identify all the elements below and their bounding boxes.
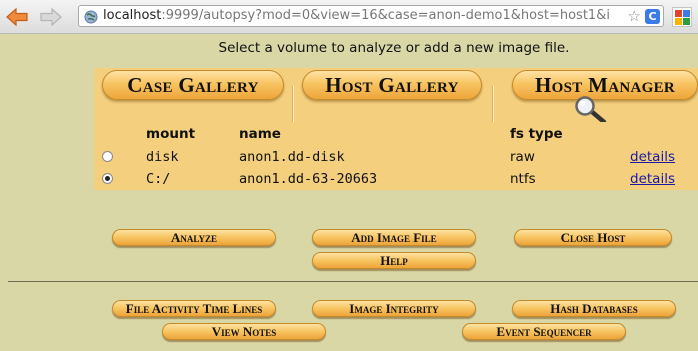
globe-icon bbox=[84, 9, 98, 24]
volume-radio-c[interactable] bbox=[102, 173, 113, 184]
tab-case-gallery[interactable]: Case Gallery bbox=[102, 70, 284, 100]
name-cell: anon1.dd-disk bbox=[239, 149, 345, 165]
name-cell: anon1.dd-63-20663 bbox=[239, 171, 378, 187]
url-host: localhost bbox=[103, 8, 162, 23]
mount-cell: disk bbox=[146, 149, 179, 165]
fs-type-cell: raw bbox=[510, 149, 535, 165]
tab-divider bbox=[492, 86, 494, 122]
back-arrow-icon[interactable] bbox=[4, 6, 30, 28]
analyze-button[interactable]: Analyze bbox=[112, 229, 276, 246]
event-sequencer-button[interactable]: Event Sequencer bbox=[462, 323, 626, 340]
browser-toolbar: localhost:9999/autopsy?mod=0&view=16&cas… bbox=[0, 0, 698, 34]
section-divider bbox=[8, 281, 698, 282]
file-activity-time-lines-button[interactable]: File Activity Time Lines bbox=[112, 300, 276, 317]
table-row: C:/ anon1.dd-63-20663 ntfs details bbox=[94, 168, 698, 190]
table-row: disk anon1.dd-disk raw details bbox=[94, 146, 698, 168]
help-button[interactable]: Help bbox=[312, 252, 476, 269]
name-column-header: name bbox=[239, 126, 281, 142]
volume-radio-disk[interactable] bbox=[102, 151, 113, 162]
fs-type-column-header: fs type bbox=[510, 126, 563, 142]
view-notes-button[interactable]: View Notes bbox=[162, 323, 326, 340]
mount-column-header: mount bbox=[146, 126, 196, 142]
hash-databases-button[interactable]: Hash Databases bbox=[512, 300, 676, 317]
add-image-file-button[interactable]: Add Image File bbox=[312, 229, 476, 246]
details-link[interactable]: details bbox=[630, 171, 675, 187]
forward-arrow-icon[interactable] bbox=[38, 6, 64, 28]
mount-cell: C:/ bbox=[146, 171, 171, 187]
star-icon[interactable]: ☆ bbox=[628, 6, 641, 26]
fs-type-cell: ntfs bbox=[510, 171, 536, 187]
url-text: localhost:9999/autopsy?mod=0&view=16&cas… bbox=[103, 8, 610, 23]
image-integrity-button[interactable]: Image Integrity bbox=[312, 300, 476, 317]
page-prompt: Select a volume to analyze or add a new … bbox=[218, 40, 570, 56]
google-icon[interactable] bbox=[672, 7, 692, 27]
url-path: :9999/autopsy?mod=0&view=16&case=anon-de… bbox=[161, 8, 610, 23]
details-link[interactable]: details bbox=[630, 149, 675, 165]
reload-icon[interactable]: C bbox=[645, 9, 660, 24]
close-host-button[interactable]: Close Host bbox=[514, 229, 672, 246]
tab-divider bbox=[292, 86, 294, 122]
volume-table: mount name fs type disk anon1.dd-disk ra… bbox=[94, 122, 698, 190]
address-bar[interactable]: localhost:9999/autopsy?mod=0&view=16&cas… bbox=[78, 5, 664, 27]
tab-host-gallery[interactable]: Host Gallery bbox=[302, 70, 482, 100]
